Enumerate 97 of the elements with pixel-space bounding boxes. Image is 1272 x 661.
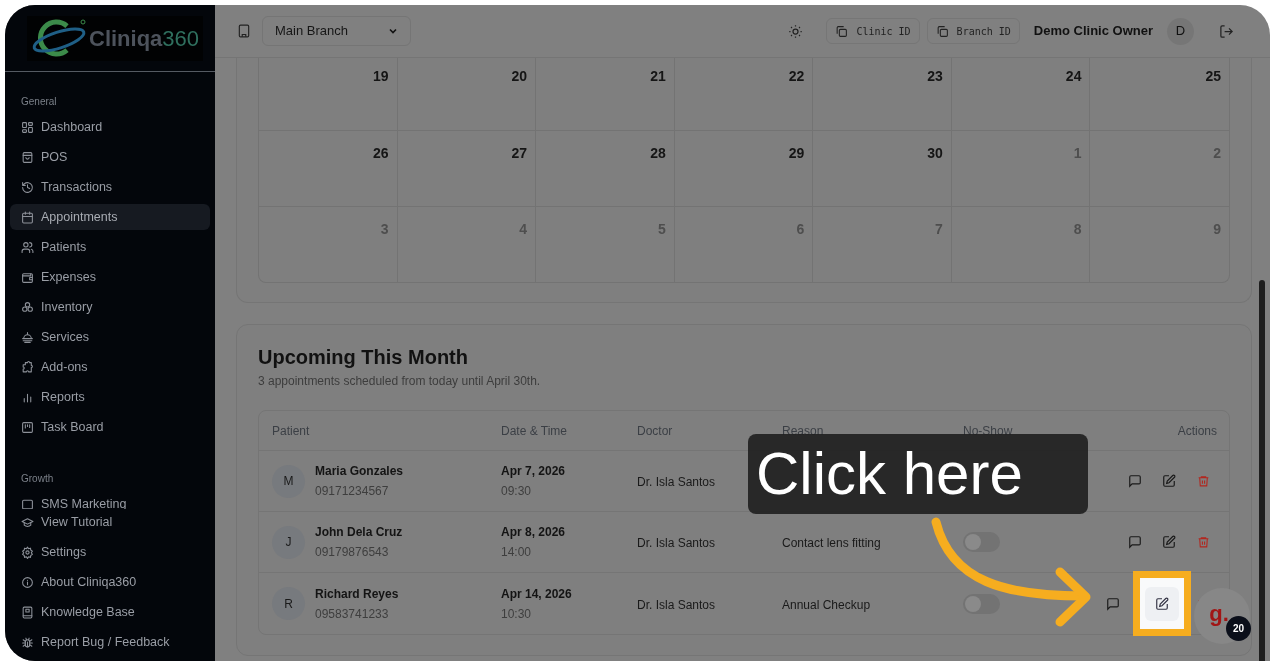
board-icon [21, 420, 34, 434]
column-header: Patient [272, 423, 310, 438]
speech-bubble-icon [1128, 474, 1142, 488]
bag-icon [21, 150, 34, 164]
appointment-reason: Contact lens fitting [782, 536, 881, 550]
square-icon [21, 497, 34, 509]
doctor-name: Dr. Isla Santos [637, 536, 716, 550]
sun-icon[interactable] [788, 23, 804, 39]
nav-item[interactable]: POS [10, 144, 210, 170]
nav-item[interactable]: Dashboard [10, 114, 210, 140]
calendar-day-number: 23 [927, 68, 943, 84]
patient-avatar: R [272, 587, 305, 620]
patient-name: Richard Reyes [315, 585, 399, 603]
nav-item[interactable]: Appointments [10, 204, 210, 230]
speech-bubble-icon [1106, 596, 1120, 611]
patient-phone: 09171234567 [315, 483, 390, 500]
trash-icon [1196, 474, 1210, 488]
nav-section-title: Growth [20, 472, 55, 486]
settings-icon [21, 545, 34, 559]
appointment-date: Apr 7, 2026 [501, 463, 566, 480]
notification-badge: 20 [1226, 616, 1251, 641]
logo-text: Cliniqa360 [89, 24, 200, 53]
logout-icon[interactable] [1219, 23, 1234, 39]
nav-item[interactable]: Transactions [10, 174, 210, 200]
dome-icon [21, 330, 34, 344]
no-show-toggle[interactable] [963, 593, 1000, 614]
edit-icon [1155, 596, 1169, 611]
nav-item[interactable]: Reports [10, 384, 210, 410]
nav-item[interactable]: View Tutorial [10, 509, 210, 535]
highlighted-edit-button[interactable] [1133, 571, 1191, 636]
calendar-day-number: 26 [373, 145, 389, 161]
click-here-tooltip: Click here [748, 434, 1088, 514]
user-avatar[interactable]: D [1167, 17, 1194, 45]
edit-icon [1162, 535, 1176, 549]
nav-item[interactable]: Task Board [10, 414, 210, 440]
nav-section-title: General [20, 95, 58, 109]
doctor-name: Dr. Isla Santos [637, 597, 716, 612]
nav-item[interactable]: Knowledge Base [10, 599, 210, 625]
trash-icon [1196, 535, 1210, 549]
edit-icon [1162, 474, 1176, 488]
appointment-date: Apr 8, 2026 [501, 524, 566, 541]
circles-icon [21, 300, 34, 314]
book-icon [21, 605, 34, 619]
calendar-day-number: 24 [1065, 68, 1082, 84]
calendar-day-number: 19 [373, 68, 389, 84]
nav-item[interactable]: Inventory [10, 294, 210, 320]
patient-phone: 09179876543 [315, 544, 390, 561]
copy-icon [935, 24, 949, 38]
patient-avatar: M [272, 464, 305, 498]
appointment-date: Apr 14, 2026 [501, 585, 572, 603]
appointment-time: 14:00 [501, 544, 532, 561]
copy-id-button[interactable]: Clinic ID [826, 18, 920, 44]
appointment-time: 09:30 [501, 483, 532, 500]
nav-item[interactable]: About Cliniqa360 [10, 569, 210, 595]
nav-item[interactable]: Expenses [10, 264, 210, 290]
appointment-reason: Annual Checkup [782, 597, 871, 612]
chevron-down-icon [388, 26, 398, 36]
section-title: Upcoming This Month [258, 345, 469, 370]
section-subtitle: 3 appointments scheduled from today until April 30th. [258, 373, 542, 390]
info-icon [21, 575, 34, 589]
doctor-name: Dr. Isla Santos [637, 475, 716, 489]
calendar-day-number: 30 [927, 145, 943, 161]
nav-item[interactable]: Services [10, 324, 210, 350]
calendar-day-number: 20 [511, 68, 528, 84]
graduation-cap-icon [21, 515, 34, 529]
nav-item[interactable]: Add-ons [10, 354, 210, 380]
patient-phone: 09583741233 [315, 605, 390, 623]
calendar-icon [21, 210, 34, 224]
column-header: Date & Time [501, 423, 568, 438]
bug-icon [21, 635, 34, 649]
patient-name: Maria Gonzales [315, 463, 404, 480]
scrollbar-thumb[interactable] [1259, 280, 1265, 661]
calendar-day-number: 27 [511, 145, 528, 161]
logo-icon [31, 18, 87, 58]
user-name: Demo Clinic Owner [1033, 22, 1153, 41]
column-header: Doctor [637, 423, 673, 438]
calendar-day-number: 28 [650, 145, 666, 161]
puzzle-icon [21, 360, 34, 374]
calendar-day-number: 29 [788, 145, 805, 161]
wallet-icon [21, 270, 34, 284]
history-icon [21, 180, 34, 194]
grid-icon [21, 120, 34, 134]
patient-avatar: J [272, 525, 305, 559]
branch-select[interactable]: Main Branch [262, 16, 411, 46]
calendar-day-number: 25 [1205, 68, 1221, 84]
users-icon [21, 240, 34, 254]
nav-item[interactable]: Patients [10, 234, 210, 260]
calendar-day-number: 22 [788, 68, 805, 84]
speech-bubble-icon [1128, 535, 1142, 549]
nav-item[interactable]: Report Bug / Feedback [10, 629, 210, 655]
patient-name: John Dela Cruz [315, 524, 403, 541]
appointment-time: 10:30 [501, 605, 532, 623]
nav-item[interactable]: Settings [10, 539, 210, 565]
copy-icon [835, 24, 849, 38]
copy-id-button[interactable]: Branch ID [926, 18, 1020, 44]
column-header: Actions [1177, 423, 1217, 438]
calendar-day-number: 21 [650, 68, 666, 84]
